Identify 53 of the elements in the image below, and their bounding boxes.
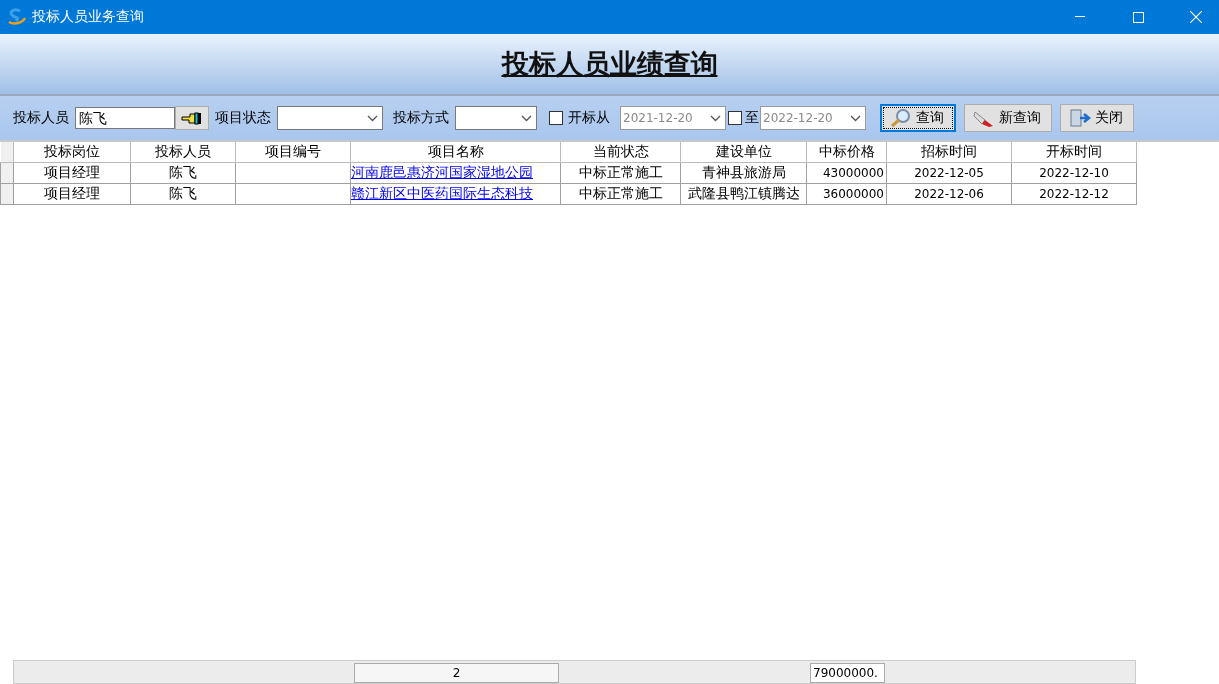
total-cell: 79000000. bbox=[810, 663, 885, 683]
caret-icon bbox=[521, 114, 532, 122]
count-cell: 2 bbox=[354, 663, 559, 683]
column-header[interactable]: 中标价格 bbox=[806, 142, 887, 163]
caret-icon bbox=[367, 114, 378, 122]
search-button[interactable]: 查询 bbox=[880, 104, 956, 132]
table-cell: 武隆县鸭江镇腾达 bbox=[680, 183, 807, 205]
page-heading: 投标人员业绩查询 bbox=[501, 47, 718, 81]
new-button[interactable]: 新查询 bbox=[964, 104, 1052, 132]
column-header[interactable]: 投标人员 bbox=[130, 142, 236, 163]
table-cell: 2022-12-06 bbox=[886, 183, 1012, 205]
field-label: 项目状态 bbox=[215, 109, 271, 127]
column-header[interactable]: 项目编号 bbox=[235, 142, 351, 163]
table-cell: 中标正常施工 bbox=[560, 183, 681, 205]
table-cell: 2022-12-12 bbox=[1011, 183, 1137, 205]
row-header[interactable] bbox=[0, 183, 14, 205]
table-cell: 36000000 bbox=[806, 183, 887, 205]
table-cell: 陈飞 bbox=[130, 183, 236, 205]
caret-icon bbox=[710, 114, 721, 122]
eraser-icon bbox=[973, 108, 995, 128]
search-icon bbox=[890, 108, 912, 128]
field-label: 投标方式 bbox=[393, 109, 449, 127]
checkbox[interactable] bbox=[549, 111, 563, 125]
date-picker[interactable]: 2021-12-20 bbox=[620, 106, 726, 130]
column-header[interactable]: 招标时间 bbox=[886, 142, 1012, 163]
column-header[interactable]: 当前状态 bbox=[560, 142, 681, 163]
pick-button[interactable] bbox=[175, 106, 209, 130]
column-header[interactable]: 建设单位 bbox=[680, 142, 807, 163]
table-cell: 项目经理 bbox=[13, 183, 131, 205]
person-field[interactable]: 陈飞 bbox=[75, 107, 175, 129]
status-dropdown[interactable] bbox=[277, 106, 383, 130]
table-cell: 2022-12-05 bbox=[886, 162, 1012, 184]
checkbox-label: 至 bbox=[745, 109, 759, 127]
date-picker[interactable]: 2022-12-20 bbox=[760, 106, 866, 130]
table-cell: 43000000 bbox=[806, 162, 887, 184]
method-dropdown[interactable] bbox=[455, 106, 537, 130]
field-label: 投标人员 bbox=[13, 109, 69, 127]
column-header[interactable]: 开标时间 bbox=[1011, 142, 1137, 163]
checkbox-label: 开标从 bbox=[568, 109, 610, 127]
column-header[interactable]: 投标岗位 bbox=[13, 142, 131, 163]
table-cell: 青神县旅游局 bbox=[680, 162, 807, 184]
exit-door-icon bbox=[1069, 108, 1091, 128]
app-logo-icon bbox=[6, 8, 26, 26]
window-title: 投标人员业务查询 bbox=[32, 8, 144, 26]
table-cell: 2022-12-10 bbox=[1011, 162, 1137, 184]
close-button[interactable]: 关闭 bbox=[1060, 104, 1134, 132]
column-header[interactable]: 项目名称 bbox=[350, 142, 561, 163]
table-cell: 陈飞 bbox=[130, 162, 236, 184]
row-header[interactable] bbox=[0, 162, 14, 184]
caret-icon bbox=[850, 114, 861, 122]
table-cell: 中标正常施工 bbox=[560, 162, 681, 184]
table-cell: 项目经理 bbox=[13, 162, 131, 184]
checkbox[interactable] bbox=[728, 111, 742, 125]
